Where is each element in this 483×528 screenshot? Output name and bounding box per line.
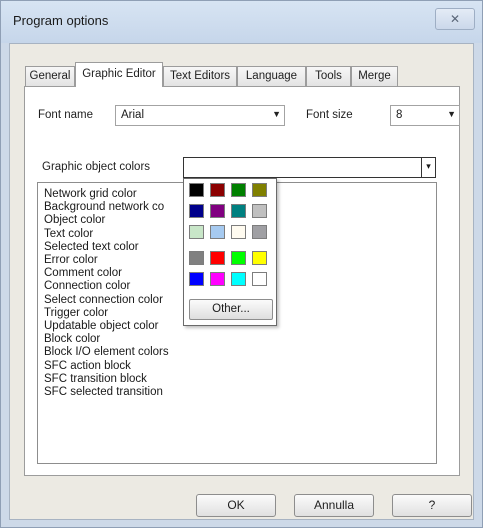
list-item[interactable]: Comment color xyxy=(44,267,122,280)
color-swatch[interactable] xyxy=(189,183,204,197)
list-item[interactable]: Object color xyxy=(44,214,105,227)
tab-graphic-editor[interactable]: Graphic Editor xyxy=(75,62,163,87)
help-button[interactable]: ? xyxy=(392,494,472,517)
title-bar[interactable]: Program options ✕ xyxy=(1,1,482,43)
tab-merge[interactable]: Merge xyxy=(351,66,398,86)
chevron-down-icon[interactable]: ▾ xyxy=(421,158,435,177)
tab-label: Language xyxy=(245,70,298,82)
dialog-client-area: General Graphic Editor Text Editors Lang… xyxy=(9,43,474,520)
color-swatch[interactable] xyxy=(210,272,225,286)
color-swatch[interactable] xyxy=(189,272,204,286)
color-swatch[interactable] xyxy=(252,204,267,218)
ok-button[interactable]: OK xyxy=(196,494,276,517)
list-item[interactable]: Block color xyxy=(44,333,100,346)
color-swatch[interactable] xyxy=(210,183,225,197)
close-button[interactable]: ✕ xyxy=(435,8,475,30)
list-item[interactable]: SFC transition block xyxy=(44,373,147,386)
color-swatch[interactable] xyxy=(210,225,225,239)
list-item[interactable]: Text color xyxy=(44,228,93,241)
font-name-label: Font name xyxy=(38,109,93,121)
graphic-colors-select[interactable]: ▾ xyxy=(183,157,436,178)
font-size-value: 8 xyxy=(396,109,403,121)
tab-label: General xyxy=(29,70,71,82)
color-swatch[interactable] xyxy=(231,272,246,286)
color-swatch[interactable] xyxy=(231,225,246,239)
other-color-button[interactable]: Other... xyxy=(189,299,273,320)
font-name-select[interactable]: Arial ▼ xyxy=(115,105,285,126)
font-size-label: Font size xyxy=(306,109,353,121)
color-swatch[interactable] xyxy=(210,204,225,218)
color-swatch[interactable] xyxy=(231,183,246,197)
tab-label: Merge xyxy=(358,70,391,82)
list-item[interactable]: SFC selected transition xyxy=(44,386,163,399)
font-size-select[interactable]: 8 ▼ xyxy=(390,105,460,126)
color-swatch[interactable] xyxy=(189,204,204,218)
tab-language[interactable]: Language xyxy=(237,66,306,86)
color-swatch[interactable] xyxy=(231,251,246,265)
tab-label: Tools xyxy=(315,70,342,82)
list-item[interactable]: Background network co xyxy=(44,201,164,214)
list-item[interactable]: Connection color xyxy=(44,280,130,293)
other-color-label: Other... xyxy=(212,303,250,315)
list-item[interactable]: Select connection color xyxy=(44,294,163,307)
color-swatch[interactable] xyxy=(252,225,267,239)
color-swatch[interactable] xyxy=(252,183,267,197)
chevron-down-icon: ▼ xyxy=(447,109,456,119)
list-item[interactable]: SFC action block xyxy=(44,360,131,373)
list-item[interactable]: Updatable object color xyxy=(44,320,158,333)
list-item[interactable]: Network grid color xyxy=(44,188,137,201)
tab-label: Text Editors xyxy=(169,70,231,82)
tab-tools[interactable]: Tools xyxy=(306,66,351,86)
color-swatch[interactable] xyxy=(189,225,204,239)
color-swatch[interactable] xyxy=(252,272,267,286)
ok-label: OK xyxy=(227,498,245,512)
color-swatch[interactable] xyxy=(189,251,204,265)
graphic-colors-label: Graphic object colors xyxy=(42,161,151,173)
cancel-button[interactable]: Annulla xyxy=(294,494,374,517)
chevron-down-icon: ▼ xyxy=(272,109,281,119)
window-title: Program options xyxy=(13,13,109,28)
program-options-window: Program options ✕ General Graphic Editor… xyxy=(0,0,483,528)
tab-text-editors[interactable]: Text Editors xyxy=(163,66,237,86)
list-item[interactable]: Selected text color xyxy=(44,241,139,254)
color-swatch[interactable] xyxy=(210,251,225,265)
tab-label: Graphic Editor xyxy=(82,68,156,80)
color-swatch[interactable] xyxy=(231,204,246,218)
cancel-label: Annulla xyxy=(313,498,355,512)
font-name-value: Arial xyxy=(121,109,145,121)
list-item[interactable]: Error color xyxy=(44,254,98,267)
color-palette-popup: Other... xyxy=(183,178,277,326)
list-item[interactable]: Trigger color xyxy=(44,307,108,320)
close-icon: ✕ xyxy=(449,12,461,26)
tab-general[interactable]: General xyxy=(25,66,75,86)
color-swatch[interactable] xyxy=(252,251,267,265)
list-item[interactable]: Block I/O element colors xyxy=(44,346,169,359)
help-label: ? xyxy=(428,498,436,512)
